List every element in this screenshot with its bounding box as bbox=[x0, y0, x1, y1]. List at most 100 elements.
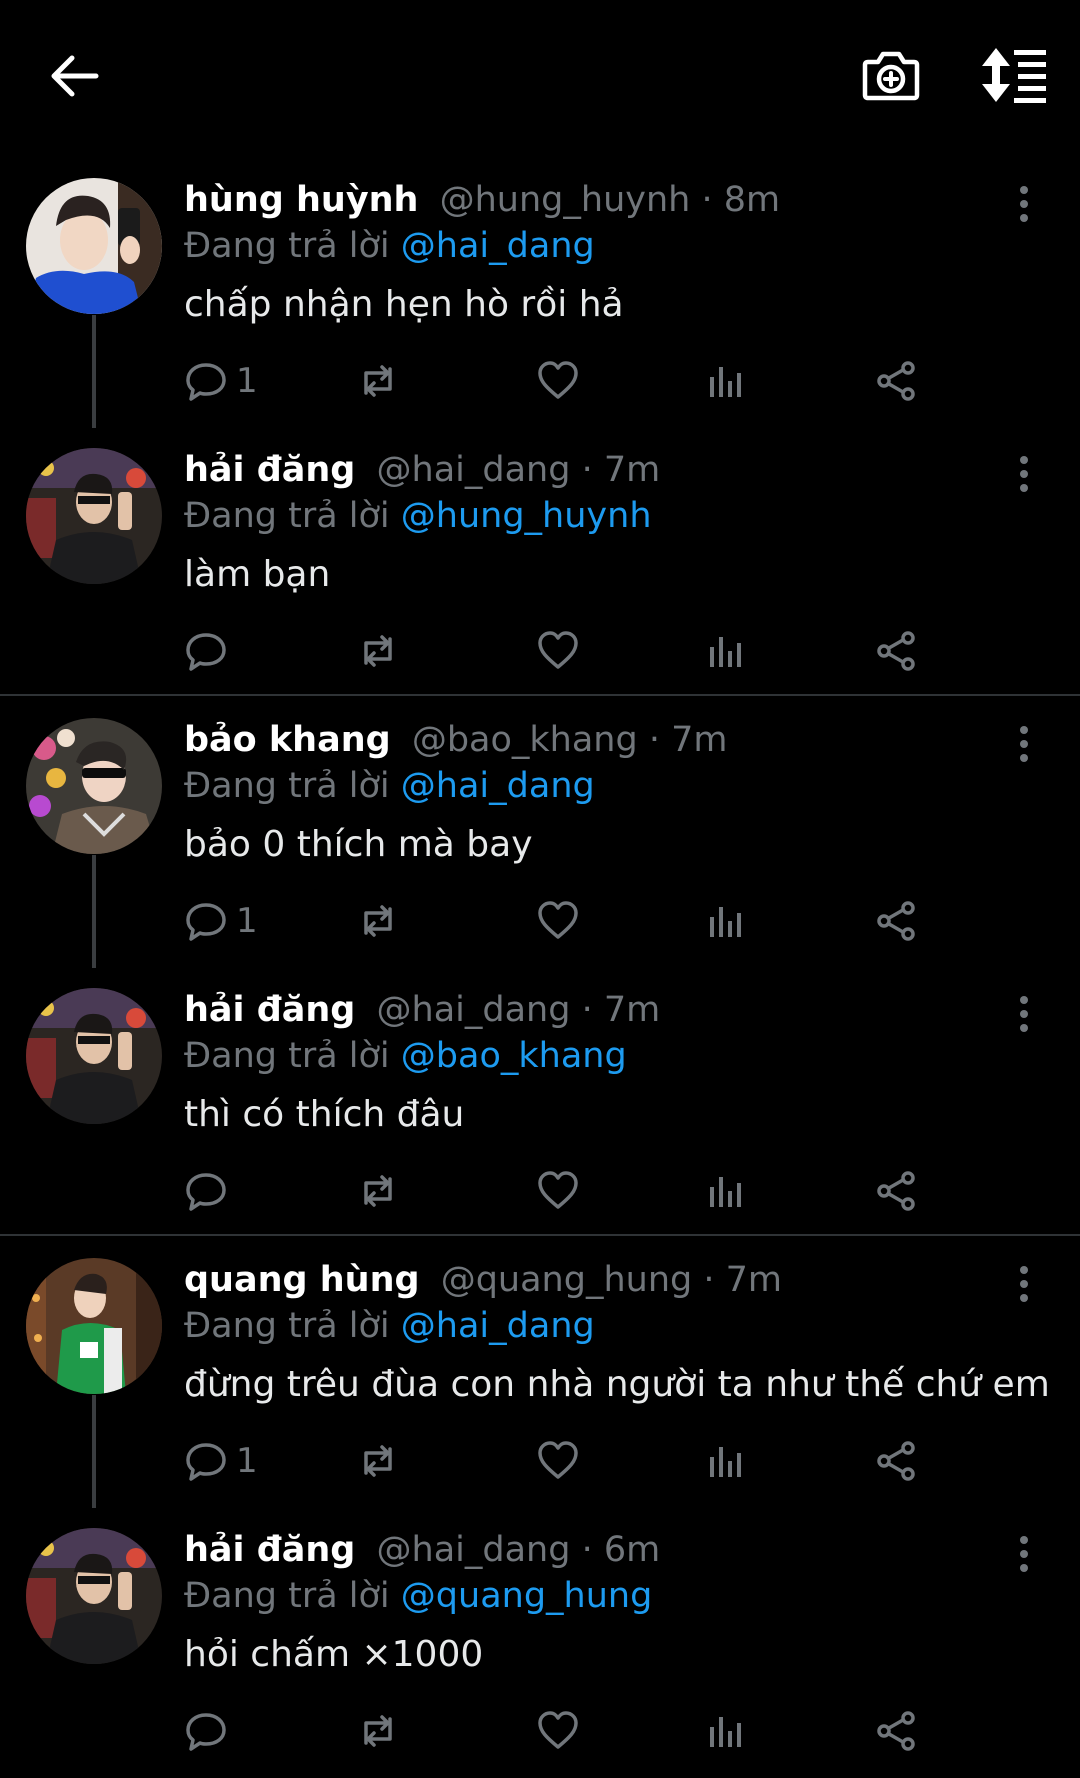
handle: @hung_huynh bbox=[439, 180, 691, 220]
share-button[interactable] bbox=[874, 626, 918, 676]
tweet[interactable]: hùng huỳnh @hung_huynh · 8m Đang trả lời… bbox=[0, 158, 1080, 428]
more-options-icon[interactable] bbox=[1010, 1532, 1038, 1576]
tweet[interactable]: hải đăng @hai_dang · 7m Đang trả lời @hu… bbox=[0, 428, 1080, 698]
retweet-button[interactable] bbox=[356, 1436, 400, 1486]
retweet-button[interactable] bbox=[356, 1706, 400, 1756]
retweet-button[interactable] bbox=[356, 896, 400, 946]
reply-icon bbox=[184, 899, 228, 943]
reply-feed: hùng huỳnh @hung_huynh · 8m Đang trả lời… bbox=[0, 0, 1080, 1778]
tweet-text: thì có thích đâu bbox=[184, 1094, 465, 1135]
retweet-icon bbox=[356, 1169, 400, 1213]
more-options-icon[interactable] bbox=[1010, 182, 1038, 226]
analytics-icon bbox=[704, 1709, 748, 1753]
display-name[interactable]: hải đăng bbox=[184, 1530, 355, 1570]
analytics-icon bbox=[704, 1439, 748, 1483]
avatar[interactable] bbox=[26, 1528, 162, 1664]
views-button[interactable] bbox=[704, 1706, 748, 1756]
retweet-icon bbox=[356, 629, 400, 673]
replying-to: Đang trả lời @hai_dang bbox=[184, 1304, 595, 1348]
tweet-text: đừng trêu đùa con nhà người ta như thế c… bbox=[184, 1364, 1050, 1405]
views-button[interactable] bbox=[704, 896, 748, 946]
handle: @hai_dang bbox=[376, 990, 571, 1030]
avatar[interactable] bbox=[26, 1258, 162, 1394]
share-button[interactable] bbox=[874, 1706, 918, 1756]
action-bar: 1 bbox=[184, 1436, 1034, 1486]
action-bar: 1 bbox=[184, 896, 1034, 946]
more-options-icon[interactable] bbox=[1010, 452, 1038, 496]
timestamp: 7m bbox=[603, 990, 661, 1030]
share-button[interactable] bbox=[874, 1166, 918, 1216]
display-name[interactable]: hải đăng bbox=[184, 990, 355, 1030]
tweet[interactable]: hải đăng @hai_dang · 6m Đang trả lời @qu… bbox=[0, 1508, 1080, 1778]
reply-button[interactable]: 1 bbox=[184, 356, 258, 406]
tweet[interactable]: bảo khang @bao_khang · 7m Đang trả lời @… bbox=[0, 698, 1080, 968]
reply-button[interactable] bbox=[184, 626, 236, 676]
mention-link[interactable]: @hung_huynh bbox=[401, 496, 652, 536]
display-name[interactable]: hùng huỳnh bbox=[184, 180, 418, 220]
views-button[interactable] bbox=[704, 626, 748, 676]
heart-icon bbox=[536, 899, 580, 943]
display-name[interactable]: hải đăng bbox=[184, 450, 355, 490]
reply-icon bbox=[184, 1439, 228, 1483]
tweet-text: chấp nhận hẹn hò rồi hả bbox=[184, 284, 624, 325]
reply-button[interactable]: 1 bbox=[184, 896, 258, 946]
retweet-icon bbox=[356, 899, 400, 943]
views-button[interactable] bbox=[704, 1166, 748, 1216]
action-bar bbox=[184, 1166, 1034, 1216]
thread-line bbox=[92, 1395, 96, 1508]
mention-link[interactable]: @hai_dang bbox=[401, 766, 595, 806]
like-button[interactable] bbox=[536, 896, 580, 946]
replying-prefix: Đang trả lời bbox=[184, 1306, 390, 1346]
share-button[interactable] bbox=[874, 1436, 918, 1486]
tweet[interactable]: quang hùng @quang_hung · 7m Đang trả lời… bbox=[0, 1238, 1080, 1508]
reply-icon bbox=[184, 629, 228, 673]
like-button[interactable] bbox=[536, 1436, 580, 1486]
avatar[interactable] bbox=[26, 718, 162, 854]
tweet-text: bảo 0 thích mà bay bbox=[184, 824, 533, 865]
views-button[interactable] bbox=[704, 356, 748, 406]
mention-link[interactable]: @hai_dang bbox=[401, 1306, 595, 1346]
reply-button[interactable]: 1 bbox=[184, 1436, 258, 1486]
thread-line bbox=[92, 855, 96, 968]
tweet-header: hải đăng @hai_dang · 7m bbox=[184, 988, 660, 1032]
avatar[interactable] bbox=[26, 178, 162, 314]
like-button[interactable] bbox=[536, 356, 580, 406]
like-button[interactable] bbox=[536, 626, 580, 676]
tweet-header: quang hùng @quang_hung · 7m bbox=[184, 1258, 782, 1302]
retweet-button[interactable] bbox=[356, 626, 400, 676]
mention-link[interactable]: @quang_hung bbox=[401, 1576, 653, 1616]
timestamp: 7m bbox=[603, 450, 661, 490]
display-name[interactable]: quang hùng bbox=[184, 1260, 420, 1300]
more-options-icon[interactable] bbox=[1010, 722, 1038, 766]
analytics-icon bbox=[704, 629, 748, 673]
views-button[interactable] bbox=[704, 1436, 748, 1486]
share-button[interactable] bbox=[874, 896, 918, 946]
thread-divider bbox=[0, 1234, 1080, 1236]
like-button[interactable] bbox=[536, 1706, 580, 1756]
avatar[interactable] bbox=[26, 988, 162, 1124]
tweet-header: bảo khang @bao_khang · 7m bbox=[184, 718, 728, 762]
more-options-icon[interactable] bbox=[1010, 992, 1038, 1036]
mention-link[interactable]: @bao_khang bbox=[401, 1036, 627, 1076]
replying-prefix: Đang trả lời bbox=[184, 1036, 390, 1076]
reply-button[interactable] bbox=[184, 1166, 236, 1216]
separator: · bbox=[701, 180, 713, 220]
action-bar: 1 bbox=[184, 356, 1034, 406]
timestamp: 7m bbox=[725, 1260, 783, 1300]
avatar[interactable] bbox=[26, 448, 162, 584]
like-button[interactable] bbox=[536, 1166, 580, 1216]
separator: · bbox=[703, 1260, 715, 1300]
tweet-header: hải đăng @hai_dang · 6m bbox=[184, 1528, 660, 1572]
retweet-button[interactable] bbox=[356, 1166, 400, 1216]
mention-link[interactable]: @hai_dang bbox=[401, 226, 595, 266]
share-button[interactable] bbox=[874, 356, 918, 406]
tweet[interactable]: hải đăng @hai_dang · 7m Đang trả lời @ba… bbox=[0, 968, 1080, 1238]
retweet-button[interactable] bbox=[356, 356, 400, 406]
replying-to: Đang trả lời @hai_dang bbox=[184, 224, 595, 268]
display-name[interactable]: bảo khang bbox=[184, 720, 391, 760]
reply-icon bbox=[184, 359, 228, 403]
retweet-icon bbox=[356, 1439, 400, 1483]
more-options-icon[interactable] bbox=[1010, 1262, 1038, 1306]
reply-button[interactable] bbox=[184, 1706, 236, 1756]
replying-to: Đang trả lời @hung_huynh bbox=[184, 494, 652, 538]
